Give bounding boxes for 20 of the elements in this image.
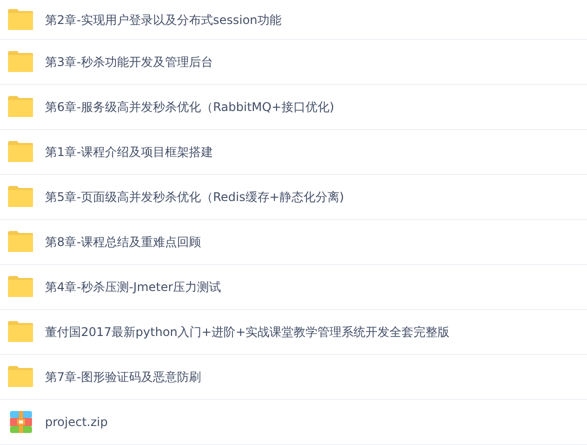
file-name[interactable]: 第8章-课程总结及重难点回顾 [45, 233, 201, 251]
folder-icon [7, 366, 34, 388]
file-name[interactable]: 第2章-实现用户登录以及分布式session功能 [45, 10, 282, 28]
folder-icon [7, 96, 34, 118]
file-name[interactable]: project.zip [45, 413, 108, 431]
folder-icon [7, 51, 34, 73]
file-name[interactable]: 董付国2017最新python入门+进阶+实战课堂教学管理系统开发全套完整版 [45, 323, 450, 341]
folder-icon [7, 231, 34, 253]
folder-icon [7, 8, 34, 30]
file-name[interactable]: 第1章-课程介绍及项目框架搭建 [45, 143, 213, 161]
folder-icon [7, 186, 34, 208]
file-name[interactable]: 第4章-秒杀压测-Jmeter压力测试 [45, 278, 221, 296]
folder-icon [7, 141, 34, 163]
file-name[interactable]: 第7章-图形验证码及恶意防刷 [45, 368, 201, 386]
file-name[interactable]: 第5章-页面级高并发秒杀优化（Redis缓存+静态化分离) [45, 188, 344, 206]
folder-icon [7, 276, 34, 298]
file-name[interactable]: 第3章-秒杀功能开发及管理后台 [45, 53, 213, 71]
folder-icon [7, 321, 34, 343]
file-name[interactable]: 第6章-服务级高并发秒杀优化（RabbitMQ+接口优化) [45, 98, 334, 116]
archive-icon [10, 411, 32, 433]
